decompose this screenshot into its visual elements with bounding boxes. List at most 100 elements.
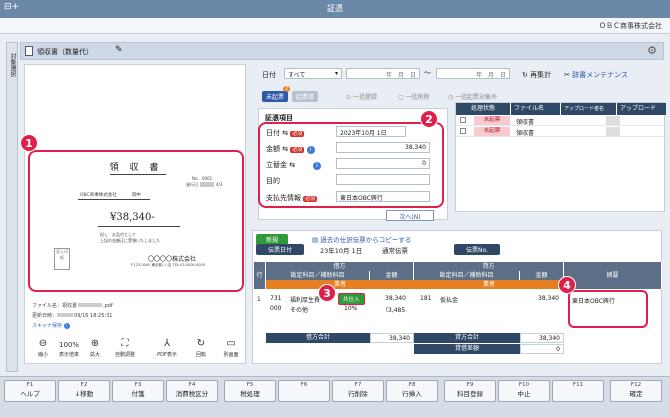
credit-amount-header: 金額 [520, 271, 564, 280]
file-name-label: ファイル名： [32, 303, 63, 309]
pdf-label: PDF表示 [157, 352, 177, 358]
row-checkbox[interactable] [460, 117, 466, 123]
bulk-register-label: 一括登録 [352, 94, 377, 101]
document-name: 領収書（数量代） [37, 48, 93, 56]
row-checkbox[interactable] [460, 128, 466, 134]
fkey-f11[interactable]: F11 [552, 380, 604, 402]
plus-circle-icon: ⊕ [90, 338, 100, 349]
scan-link[interactable]: スキャナ保存 [32, 323, 62, 329]
credit-amount[interactable]: 38,340 [538, 295, 559, 302]
gear-icon[interactable]: ⚙ [647, 44, 657, 57]
status-badge: 未起票 [474, 127, 510, 136]
fkey-label: 確定 [629, 390, 643, 398]
voucher-type[interactable]: 通常伝票 [382, 245, 408, 255]
function-key-bar: F1 ヘルプ F2 ↓移動 F3 付箋 F4 消費税区分 F5 税処理 F6 F7 行削除 … [0, 376, 670, 417]
copy-from-past-link[interactable]: ▤ 過去の仕訳伝票からコピーする [312, 234, 411, 244]
debit-account-header: 勘定科目／補助科目 [266, 271, 370, 280]
receipt-preview: 領 収 書 No. 0001 発行日 4/3 OBC商事株式会社 御中 ¥38,… [28, 150, 244, 292]
receipt-no-label: No. [192, 176, 199, 181]
tab-uncreated[interactable]: 未起票 [262, 91, 289, 102]
debit-tax-rate: 10% [344, 305, 358, 312]
edit-pen-icon[interactable]: ✎ [115, 45, 123, 55]
debit-amount-header: 金額 [370, 271, 414, 280]
side-tab[interactable]: 対象選択 [6, 42, 18, 372]
fkey-f12[interactable]: F12 確定 [610, 380, 662, 402]
voucher-date-value[interactable]: 23年10月 1日 [320, 245, 362, 255]
separate-label: 別画面 [223, 352, 239, 358]
sub-bar: ＯＢＣ商事株式会社 [0, 18, 670, 34]
credit-header: 貸方 [414, 262, 564, 271]
fkey-f3[interactable]: F3 付箋 [112, 380, 164, 402]
grid-header-upload[interactable]: アップロード [616, 103, 666, 115]
table-row[interactable]: 未起票 領収書 [456, 115, 666, 126]
bulk-delete-button[interactable]: ▢ 一括削除 [398, 92, 430, 101]
debit-sub-name[interactable]: その他 [290, 305, 308, 314]
file-info: ファイル名：領収書 .pdf 更新日時： 09/16 18:25:31 スキャナ保存… [32, 302, 242, 332]
credit-total-label: 貸方合計 [414, 333, 520, 343]
row-number: 1 [257, 296, 261, 303]
fit-icon: ⛶ [121, 338, 129, 349]
fkey-f5[interactable]: F5 税処理 [224, 380, 276, 402]
stamp-label: 収入印紙 [56, 249, 68, 260]
debit-account-code[interactable]: 731 [270, 295, 281, 302]
company-name: ＯＢＣ商事株式会社 [599, 22, 662, 30]
callout-3: 3 [318, 284, 336, 302]
receipt-date-label: 発行日 [186, 182, 198, 187]
fkey-f4[interactable]: F4 消費税区分 [166, 380, 218, 402]
redacted-date [200, 182, 214, 187]
receipt-issuer: 〇〇〇〇株式会社 [148, 256, 197, 263]
date-from-input[interactable]: 年 月 日 [346, 68, 420, 79]
tab-created[interactable]: 起票済 [292, 91, 319, 102]
fkey-f2[interactable]: F2 ↓移動 [58, 380, 110, 402]
side-tab-label: 対象選択 [9, 53, 16, 77]
credit-account-name[interactable]: 仮払金 [440, 295, 458, 304]
revenue-stamp-box: 収入印紙 [54, 248, 70, 270]
recount-button[interactable]: ↻ 再集計 [522, 70, 551, 80]
grid-header-status[interactable]: 処理状態 [468, 103, 510, 115]
diff-label: 貸借差額 [414, 344, 520, 354]
tax-category-tag[interactable]: 共仕入 [338, 293, 365, 305]
fkey-f10[interactable]: F10 中止 [498, 380, 550, 402]
pdf-button[interactable]: ⅄ PDF表示 [152, 338, 182, 358]
debit-amount[interactable]: 38,340 [385, 295, 406, 302]
separate-window-button[interactable]: ▭ 別画面 [216, 338, 246, 358]
rotate-button[interactable]: ↻ 回転 [186, 338, 216, 358]
date-filter-select[interactable]: すべて ▾ [284, 68, 342, 79]
fkey-f8[interactable]: F8 行挿入 [386, 380, 438, 402]
bulk-exclude-button[interactable]: ◷ 一括起票対象外 [448, 92, 497, 101]
date-to-input[interactable]: 年 月 日 [436, 68, 510, 79]
grid-header-check [456, 103, 468, 115]
rotate-icon: ↻ [196, 338, 206, 349]
date-filter-label: 日付 [262, 71, 276, 79]
receipt-title-underline [110, 174, 166, 175]
fkey-f7[interactable]: F7 行削除 [332, 380, 384, 402]
credit-account-code[interactable]: 181 [420, 295, 431, 302]
auto-adjust-button[interactable]: ⛶ 自動調整 [110, 338, 140, 358]
debit-sub-code[interactable]: 000 [270, 305, 281, 312]
amount-underline [98, 226, 180, 227]
redacted-updated [57, 313, 74, 317]
preview-toolbar: ⊖ 縮小 100% 表示倍率 ⊕ 拡大 ⛶ 自動調整 ⅄ PDF表示 ↻ 回転 ▭ 別画面 [28, 338, 248, 366]
grid-header-uploader[interactable]: アップロード者名 [560, 103, 616, 115]
fkey-label: 税処理 [240, 390, 260, 398]
uncreated-count-badge: 2 [283, 86, 291, 92]
memo-header: 摘要 [564, 262, 662, 289]
status-badge: 未起票 [474, 116, 510, 125]
dictionary-maintenance-link[interactable]: ✂ 辞書メンテナンス [564, 70, 628, 80]
debit-account-name[interactable]: 福利厚生費 [290, 295, 320, 304]
debit-trader-header: 業者 [266, 280, 414, 289]
fkey-f1[interactable]: F1 ヘルプ [4, 380, 56, 402]
enlarge-button[interactable]: ⊕ 拡大 [80, 338, 110, 358]
tilde: 〜 [424, 69, 431, 77]
grid-header-file[interactable]: ファイル名 [510, 103, 560, 115]
table-row[interactable]: 未起票 領収書 [456, 126, 666, 137]
dictionary-label: 辞書メンテナンス [572, 71, 628, 79]
fkey-f6[interactable]: F6 [278, 380, 330, 402]
bulk-register-button[interactable]: ⊙ 一括登録 [346, 92, 377, 101]
next-button[interactable]: 次へ(N) [386, 210, 434, 221]
callout-1: 1 [20, 134, 38, 152]
info-icon[interactable]: i [63, 323, 70, 329]
voucher-date-label: 伝票日付 [256, 244, 305, 255]
fkey-f9[interactable]: F9 科目登録 [444, 380, 496, 402]
status-grid: 処理状態 ファイル名 アップロード者名 アップロード 未起票 領収書 未起票 領… [455, 102, 666, 212]
